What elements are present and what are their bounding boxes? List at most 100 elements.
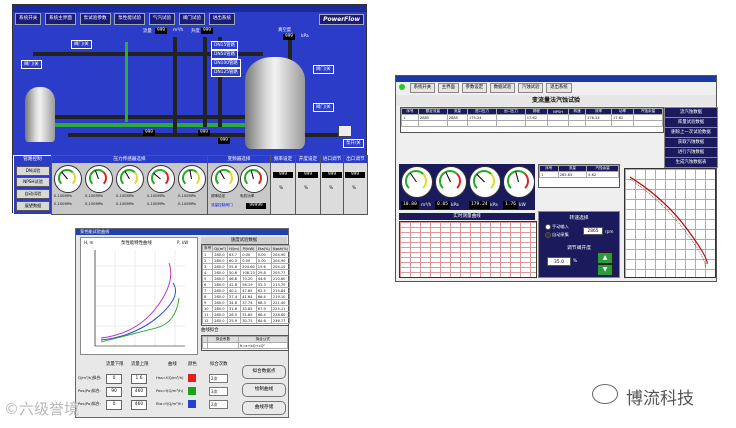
table-cell: 30.75 <box>240 317 257 324</box>
freq-set-box: 频率设定 999 % <box>270 155 296 215</box>
valve-toggle-1[interactable]: 阀门/关 <box>21 60 42 69</box>
row2-lo-input[interactable]: 90 <box>106 387 122 397</box>
lift-readout: 999 <box>201 28 213 34</box>
cavitation-title: 变流量法汽蚀试验 <box>396 95 716 106</box>
toolbar-params[interactable]: 参数设定 <box>461 83 488 93</box>
draw-curve-button[interactable]: 绘制曲线 <box>242 383 286 397</box>
toolbar-data-test[interactable]: 数据试验 <box>489 83 516 93</box>
menu-npsh-test[interactable]: NPSH试验 <box>16 177 50 187</box>
inverter-panel: 变频器选择 频率给定 电机功率 流量控制阀门 99999 <box>207 155 271 215</box>
pump-curve-window: 泵性能试验曲线 H, m 泵性能特性曲线 P, kW 速度试验数据 序号 Q/(… <box>75 228 291 418</box>
row3-lo-input[interactable]: 0 <box>106 400 122 410</box>
row3-hi-input[interactable]: 460 <box>131 400 147 410</box>
pipe-green <box>53 123 263 127</box>
save-curve-button[interactable]: 曲线存储 <box>242 401 286 415</box>
nav-cavitation[interactable]: 气汽试验 <box>148 13 176 25</box>
flow-valve-readout: 99999 <box>246 203 266 209</box>
valve-opening-input[interactable]: 35.0 <box>547 257 571 266</box>
outlet-adjust-value[interactable]: 999 <box>345 172 365 178</box>
valve-down-button[interactable]: ▼ <box>597 264 613 276</box>
freq-unit: % <box>279 186 284 191</box>
col-header: 序号 <box>201 245 214 252</box>
nav-pump-performance[interactable]: 泵性能试验 <box>114 13 146 25</box>
pump-curve-titlebar: 泵性能试验曲线 <box>76 229 288 235</box>
table-cell: 280.0 <box>212 317 228 324</box>
row2-order-select[interactable]: 3次 <box>209 387 228 396</box>
row3-order-select[interactable]: 2次 <box>209 400 228 409</box>
fit-points-button[interactable]: 拟合数据点 <box>242 365 286 379</box>
toolbar-exit[interactable]: 退出系统 <box>546 83 572 93</box>
table-row[interactable]: H=a+bQ+cQ² <box>201 342 289 349</box>
sensor-range-6: 0-100MPa <box>54 202 72 206</box>
pipe-green-vertical <box>125 42 128 122</box>
npsh-curve-plot <box>624 168 716 278</box>
opening-set-value[interactable]: 999 <box>298 172 318 178</box>
valve-up-button[interactable]: ▲ <box>597 252 613 264</box>
npsh-mini-table: 序号 流量 汽蚀余量 1 285.63 5.62 <box>538 164 620 188</box>
gauge-4-icon <box>147 165 175 193</box>
table-row[interactable]: 1 285.63 5.62 <box>539 171 619 178</box>
row2-hi-input[interactable]: 460 <box>131 387 147 397</box>
grid-lines <box>94 250 185 346</box>
row1-lo-input[interactable]: 0 <box>106 374 122 384</box>
nav-valve-test[interactable]: 阀门试验 <box>178 13 206 25</box>
row3-color-swatch[interactable] <box>188 400 196 408</box>
row1-color-swatch[interactable] <box>188 374 196 382</box>
sensor-range-7: 0-100MPa <box>85 202 103 206</box>
row3-label: Pos(Pa)拟合: <box>78 401 101 406</box>
flow-readout: 999 <box>155 28 167 34</box>
row1-curve-name: Hss=f(Q/m³/h) <box>156 375 184 380</box>
menu-data-view[interactable]: 展望数据 <box>16 201 50 211</box>
pump-curve-chart: H, m 泵性能特性曲线 P, kW <box>80 237 198 355</box>
row2-color-swatch[interactable] <box>188 387 196 395</box>
table-row[interactable]: 12 280.0 25.9 30.75 64.6 236.77 <box>201 317 291 324</box>
opening-set-box: 开度设定 999 % <box>295 155 321 215</box>
npsh-curve-svg <box>629 176 708 268</box>
inlet-adjust-value[interactable]: 999 <box>322 172 342 178</box>
toolbar-system-switch[interactable]: 系统开关 <box>409 83 436 93</box>
nav-main[interactable]: 系统主界面 <box>44 13 76 25</box>
speed-unit: rpm <box>605 229 614 234</box>
row1-hi-input[interactable]: 1.6 <box>131 374 147 384</box>
tag-dn100[interactable]: DN100管路 <box>211 59 241 68</box>
outlet-unit: % <box>352 186 357 191</box>
tag-dn50[interactable]: DN50管路 <box>211 50 239 59</box>
tag-dn125[interactable]: DN125管路 <box>211 68 241 77</box>
speed-input[interactable]: 2865 <box>583 227 603 235</box>
row1-order-select[interactable]: 2次 <box>209 374 228 383</box>
radio-manual[interactable] <box>545 224 551 230</box>
toolbar-cavitation[interactable]: 汽蚀试验 <box>517 83 544 93</box>
menu-dn-test[interactable]: DN试验 <box>16 166 50 176</box>
order-col-label: 拟合次数 <box>210 362 228 367</box>
tag-dn15[interactable]: DN15管路 <box>211 41 239 50</box>
tank-small <box>25 87 55 142</box>
freq-set-value[interactable]: 999 <box>273 172 293 178</box>
speed-label: 转速选择 <box>569 216 589 221</box>
nav-exit[interactable]: 进出系统 <box>208 13 236 25</box>
nav-system-switch[interactable]: 系统开关 <box>15 13 42 25</box>
pump-toggle[interactable]: 泵开/关 <box>343 139 364 148</box>
table-cell: 64.6 <box>255 317 272 324</box>
inlet-unit: kPa <box>451 203 459 208</box>
menu-auto-test[interactable]: 自动试验 <box>16 189 50 199</box>
radio-auto[interactable] <box>545 232 551 238</box>
sensor-range-5: 0-100MPa <box>178 194 196 198</box>
nav-pump-params[interactable]: 泵试验参数 <box>79 13 111 25</box>
pipe-main <box>53 115 273 119</box>
flow-unit: m³/h <box>421 203 432 208</box>
npsh-curve-line <box>629 176 708 265</box>
table-cell: 5.62 <box>586 171 619 178</box>
row3-curve-name: Eta=f(Q/m³/h) <box>156 401 183 406</box>
sensor-range-1: 0-100MPa <box>54 194 72 198</box>
inlet-unit: % <box>329 186 334 191</box>
valve-toggle-4[interactable]: 阀门/关 <box>313 103 334 112</box>
table-row[interactable] <box>401 120 663 127</box>
sidebar-generate-table[interactable]: 生成汽蚀数据表 <box>664 157 718 168</box>
valve-toggle-2[interactable]: 阀门/关 <box>71 40 92 49</box>
curve-fit-table: 拟合系数 拟合公式 H=a+bQ+cQ² <box>201 335 289 351</box>
outlet-readout: 179.24 <box>469 201 490 209</box>
inlet-readout: 0.05 <box>435 201 451 209</box>
readout-c: 999 <box>218 138 230 144</box>
valve-toggle-3[interactable]: 阀门/关 <box>313 65 334 74</box>
toolbar-main[interactable]: 主界面 <box>437 83 459 93</box>
